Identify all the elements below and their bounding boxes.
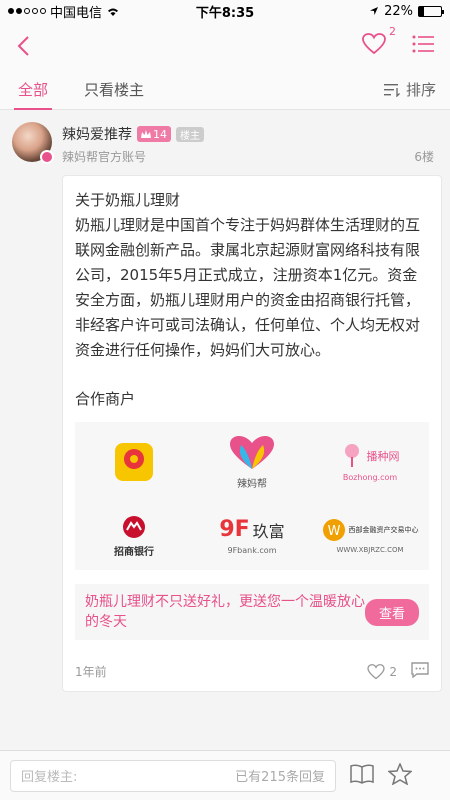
author-info: 辣妈爱推荐 14 楼主 辣妈帮官方账号 6楼	[62, 122, 438, 165]
comment-button[interactable]	[411, 662, 429, 681]
partner-logo-westfin: W 西部金融资产交易中心 WWW.XBJRZC.COM	[311, 502, 429, 570]
partner-logo-9f: 9F 玖富 9Fbank.com	[193, 502, 311, 570]
promo-card[interactable]: 奶瓶儿理财不只送好礼，更送您一个温暖放心的冬天 查看	[75, 584, 429, 640]
post: 辣妈爱推荐 14 楼主 辣妈帮官方账号 6楼 关于奶瓶儿理财 奶瓶儿理财是中国首…	[0, 110, 450, 692]
partner-name-lamabang: 辣妈帮	[237, 478, 267, 490]
level-badge: 14	[137, 126, 171, 142]
time-ago: 1年前	[75, 665, 107, 679]
reply-bar: 回复楼主: 已有215条回复	[0, 750, 450, 800]
wifi-icon	[108, 8, 119, 16]
westfin-logo-icon: W	[322, 519, 345, 541]
heart-logo-icon	[230, 435, 274, 469]
like-count: 2	[389, 664, 397, 679]
post-title: 关于奶瓶儿理财	[75, 191, 181, 209]
tree-logo-icon	[344, 443, 359, 467]
crown-icon	[141, 129, 151, 138]
status-left: 中国电信	[8, 2, 153, 21]
menu-button[interactable]	[412, 35, 434, 57]
status-bar: 中国电信 下午8:35 22%	[0, 0, 450, 22]
nav-actions: 2	[362, 25, 434, 59]
partner-title: 合作商户	[75, 390, 136, 408]
battery-fill	[419, 6, 424, 16]
star-icon	[387, 761, 413, 786]
flower-logo-icon	[115, 443, 153, 481]
sort-label: 排序	[405, 81, 436, 99]
svg-text:W: W	[327, 524, 340, 539]
tab-bar: 全部 只看楼主 排序	[0, 70, 450, 110]
partner-name-bozhong: 播种网	[366, 449, 400, 463]
signal-icon	[8, 8, 46, 14]
favorite-button[interactable]: 2	[362, 25, 396, 59]
book-icon	[350, 763, 374, 784]
book-button[interactable]	[350, 763, 374, 788]
star-button[interactable]	[387, 761, 413, 789]
westfin-row: W 西部金融资产交易中心	[322, 518, 419, 542]
tab-host-only[interactable]: 只看楼主	[66, 70, 162, 110]
partner-logo-missyou	[75, 422, 193, 502]
back-button[interactable]	[16, 34, 40, 58]
post-footer: 1年前 2	[75, 662, 429, 681]
heart-outline-icon	[362, 33, 386, 55]
app-root: 中国电信 下午8:35 22% 2 全部 只看楼主 排序 辣妈爱推荐 14 楼主…	[0, 0, 450, 800]
location-icon	[370, 7, 379, 15]
level-value: 14	[153, 127, 167, 141]
partner-name-9f: 玖富	[252, 521, 285, 541]
partner-sub-westfin: WWW.XBJRZC.COM	[336, 546, 404, 554]
post-body: 奶瓶儿理财是中国首个专注于妈妈群体生活理财的互联网金融创新产品。隶属北京起源财富…	[75, 216, 421, 359]
status-right: 22%	[297, 3, 445, 19]
view-button[interactable]: 查看	[364, 598, 419, 626]
verified-badge-icon	[40, 150, 54, 164]
partner-logos-image[interactable]: 辣妈帮 播种网 Bozhong.com 招商银行 9F 玖富 9Fbank.co…	[75, 422, 429, 570]
comment-icon	[411, 662, 429, 679]
sort-icon	[383, 83, 400, 97]
9f-row: 9F 玖富	[219, 517, 284, 542]
9f-mark-icon: 9F	[219, 517, 250, 542]
battery-percent: 22%	[384, 3, 414, 19]
tab-all[interactable]: 全部	[0, 70, 66, 110]
host-tag: 楼主	[176, 126, 204, 142]
chevron-left-icon	[17, 36, 29, 56]
partner-sub-9f: 9Fbank.com	[227, 546, 277, 555]
bozhong-row: 播种网	[341, 443, 400, 469]
partner-logo-bozhong: 播种网 Bozhong.com	[311, 422, 429, 502]
heart-outline-icon	[367, 663, 386, 679]
list-menu-icon	[412, 35, 434, 53]
reply-count: 已有215条回复	[235, 770, 325, 785]
partner-name-westfin: 西部金融资产交易中心	[348, 526, 419, 534]
promo-text: 奶瓶儿理财不只送好礼，更送您一个温暖放心的冬天	[85, 594, 365, 630]
battery-icon	[418, 5, 445, 17]
post-content: 关于奶瓶儿理财 奶瓶儿理财是中国首个专注于妈妈群体生活理财的互联网金融创新产品。…	[62, 175, 442, 692]
bank-logo-icon	[123, 515, 145, 538]
partner-name-cmb: 招商银行	[114, 546, 154, 558]
sort-button[interactable]: 排序	[383, 79, 450, 100]
author-subtitle: 辣妈帮官方账号	[62, 150, 147, 164]
carrier-label: 中国电信	[50, 5, 103, 21]
favorite-count: 2	[389, 25, 396, 38]
like-button[interactable]: 2	[367, 663, 397, 680]
floor-number: 6楼	[414, 150, 434, 164]
partner-sub-bozhong: Bozhong.com	[342, 472, 398, 482]
post-actions: 2	[367, 662, 429, 681]
avatar[interactable]	[12, 122, 54, 164]
author-name[interactable]: 辣妈爱推荐	[62, 124, 132, 144]
name-line: 辣妈爱推荐 14 楼主	[62, 124, 438, 144]
partner-logo-cmb: 招商银行	[75, 502, 193, 570]
sub-line: 辣妈帮官方账号 6楼	[62, 148, 438, 165]
reply-placeholder: 回复楼主:	[21, 770, 78, 785]
author-row: 辣妈爱推荐 14 楼主 辣妈帮官方账号 6楼	[12, 122, 438, 165]
partner-logo-lamabang: 辣妈帮	[193, 422, 311, 502]
nav-bar: 2	[0, 22, 450, 70]
reply-input[interactable]: 回复楼主: 已有215条回复	[10, 759, 336, 792]
clock: 下午8:35	[195, 5, 255, 21]
